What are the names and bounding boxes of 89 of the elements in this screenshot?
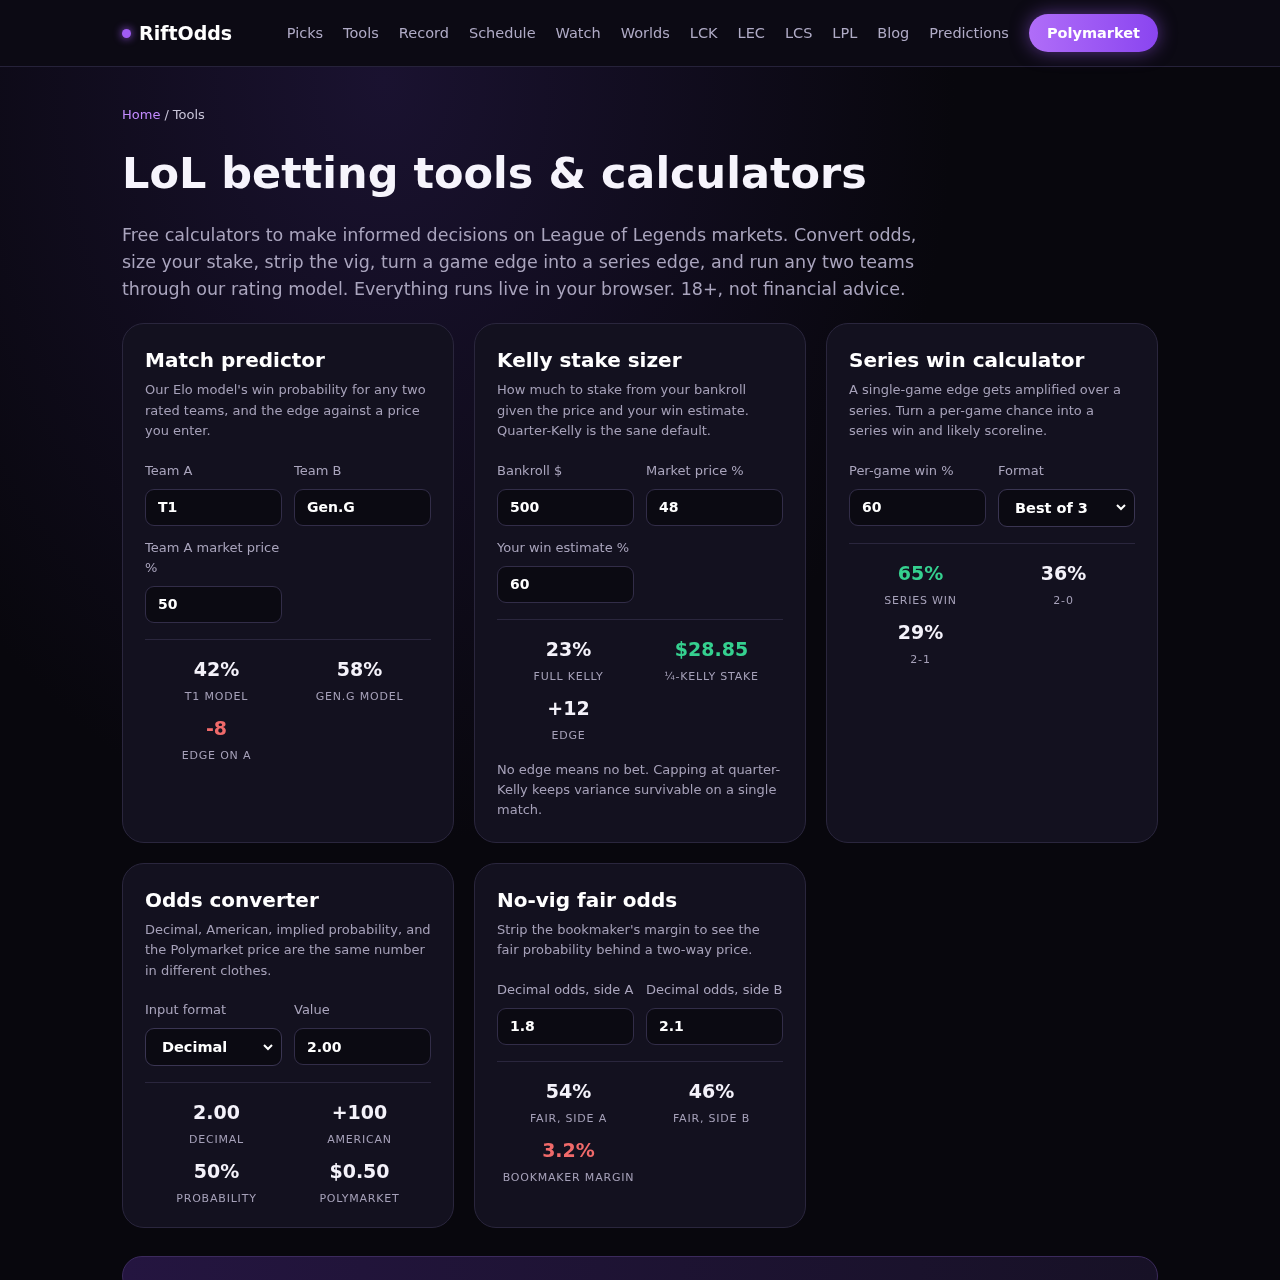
select-field[interactable]: Best of 3 <box>998 488 1135 527</box>
breadcrumb-link[interactable]: Home <box>122 107 161 122</box>
field-label: Team A market price % <box>145 538 281 577</box>
field-label: Market price % <box>646 461 745 480</box>
logo[interactable]: RiftOdds <box>139 22 233 44</box>
input-field[interactable]: T1 <box>145 488 282 526</box>
card-description: Strip the bookmaker's margin to see the fair probability behind a two-way price. <box>497 920 761 959</box>
stat-value: +100 <box>331 1101 388 1123</box>
stat-label: 2-0 <box>1053 593 1074 607</box>
input-field[interactable]: 48 <box>646 488 783 526</box>
nav-link[interactable]: Record <box>398 25 449 41</box>
nav-link[interactable]: Predictions <box>929 25 1009 41</box>
stat-value: 50% <box>193 1160 240 1182</box>
nav-link[interactable]: Tools <box>343 25 379 41</box>
nav-link[interactable]: LCK <box>689 25 718 41</box>
stat-value: 29% <box>897 620 944 643</box>
intro-paragraph: Free calculators to make informed decisions on League of Legends markets. Convert odds, size your stake, strip the vig, turn a game edge into a series edge, and run any two teams through our rating model. Everything runs live in your browser. 18+, not financial advice. <box>122 224 918 301</box>
stat-label: AMERICAN <box>327 1133 392 1146</box>
field-label: Per-game win % <box>849 461 955 480</box>
page-title: LoL betting tools & calculators <box>122 148 868 198</box>
stat-value: -8 <box>205 716 228 739</box>
stat-label: 2-1 <box>910 652 931 666</box>
stat-label: GEN.G MODEL <box>315 689 404 703</box>
stat-value: 36% <box>1040 561 1087 584</box>
input-field[interactable]: 60 <box>849 488 986 526</box>
stat-value: 58% <box>336 657 383 680</box>
nav-link[interactable]: Picks <box>286 25 324 41</box>
field-label: Your win estimate % <box>497 538 631 557</box>
field-label: Team B <box>294 461 343 480</box>
input-field[interactable]: Gen.G <box>294 488 431 526</box>
nav-link[interactable]: Schedule <box>468 25 536 41</box>
card-note: No edge means no bet. Capping at quarter-Kelly keeps variance survivable on a single match. <box>497 760 782 819</box>
nav-link[interactable]: Blog <box>877 25 910 41</box>
card-description: A single-game edge gets amplified over a series. Turn a per-game chance into a series win and likely scoreline. <box>849 381 1122 440</box>
stat-label: FAIR, SIDE A <box>530 1111 607 1125</box>
card-description: How much to stake from your bankroll given the price and your win estimate. Quarter-Kelly is the sane default. <box>497 381 750 440</box>
input-field[interactable]: 2.00 <box>294 1028 431 1065</box>
chevron-down-icon <box>263 1043 273 1051</box>
stat-label: T1 MODEL <box>184 689 249 703</box>
select-field[interactable]: Decimal <box>145 1028 282 1066</box>
nav-link[interactable]: Watch <box>555 25 601 41</box>
stat-label: DECIMAL <box>188 1133 245 1146</box>
card-title: No-vig fair odds <box>497 887 679 912</box>
field-label: Decimal odds, side A <box>497 980 634 999</box>
input-field[interactable]: 1.8 <box>497 1007 634 1045</box>
stat-value: 3.2% <box>542 1138 595 1161</box>
stat-value: 2.00 <box>193 1101 240 1123</box>
logo-dot-icon <box>122 28 131 38</box>
cta-button[interactable]: Polymarket <box>1028 14 1158 52</box>
chevron-down-icon <box>1116 504 1126 511</box>
stat-value: $0.50 <box>329 1160 390 1182</box>
breadcrumb-separator: / <box>164 107 169 122</box>
field-label: Input format <box>145 1001 228 1019</box>
stat-label: POLYMARKET <box>319 1192 400 1205</box>
stat-label: FULL KELLY <box>533 669 604 683</box>
stat-value: 46% <box>688 1079 735 1102</box>
field-label: Format <box>998 461 1045 480</box>
card-description: Decimal, American, implied probability, and the Polymarket price are the same number in different clothes. <box>145 920 431 980</box>
nav-link[interactable]: Worlds <box>620 25 670 41</box>
input-field[interactable]: 60 <box>497 565 634 603</box>
stat-label: EDGE ON A <box>181 748 252 762</box>
stat-label: EDGE <box>551 728 586 742</box>
card-title: Match predictor <box>145 348 326 372</box>
field-label: Bankroll $ <box>497 461 564 480</box>
nav-link[interactable]: LEC <box>737 25 765 41</box>
stat-label: ¼-KELLY STAKE <box>664 669 759 683</box>
card-title: Odds converter <box>145 887 320 912</box>
input-field[interactable]: 2.1 <box>646 1007 783 1045</box>
nav-link[interactable]: LCS <box>784 25 813 41</box>
stat-label: FAIR, SIDE B <box>673 1111 750 1125</box>
input-field[interactable]: 500 <box>497 488 634 526</box>
card-title: Series win calculator <box>849 348 1086 372</box>
card-description: Our Elo model's win probability for any two rated teams, and the edge against a price you enter. <box>145 381 427 440</box>
breadcrumb-current: Tools <box>172 107 205 122</box>
stat-label: SERIES WIN <box>884 593 957 607</box>
field-label: Team A <box>145 461 194 480</box>
stat-value: 54% <box>545 1079 592 1102</box>
stat-value: 65% <box>897 561 944 584</box>
nav-link[interactable]: LPL <box>832 25 858 41</box>
field-label: Value <box>294 1001 331 1019</box>
stat-value: 23% <box>545 637 592 660</box>
stat-value: 42% <box>193 657 240 680</box>
stat-value: +12 <box>547 696 590 719</box>
stat-label: BOOKMAKER MARGIN <box>502 1170 635 1184</box>
stat-value: $28.85 <box>674 637 749 660</box>
field-label: Decimal odds, side B <box>646 980 783 999</box>
input-field[interactable]: 50 <box>145 585 282 623</box>
stat-label: PROBABILITY <box>176 1192 257 1205</box>
card-title: Kelly stake sizer <box>497 348 683 372</box>
